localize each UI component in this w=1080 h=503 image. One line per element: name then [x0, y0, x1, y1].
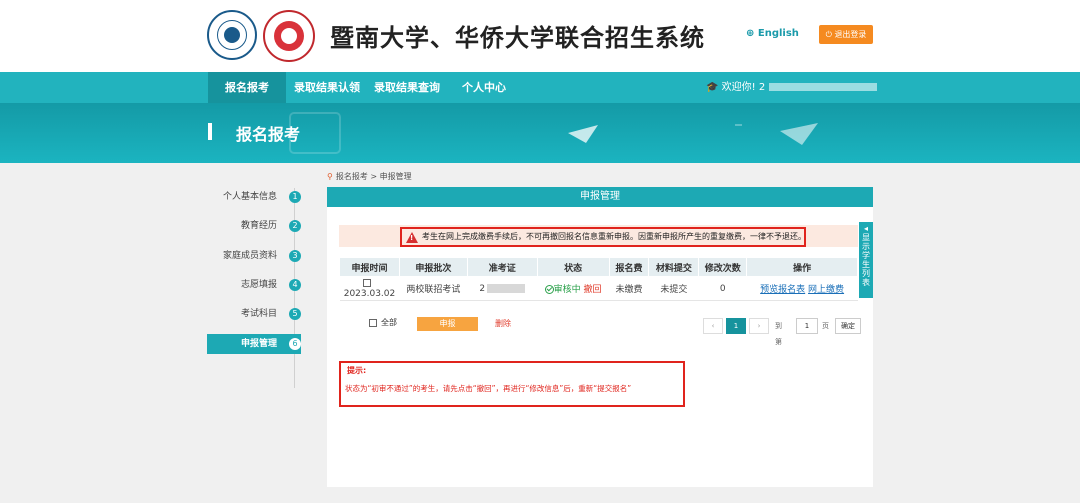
column-header: 操作	[746, 257, 858, 277]
check-circle-icon	[544, 285, 554, 294]
ticket-cell: 2	[467, 276, 538, 301]
revoke-link[interactable]: 撤回	[584, 285, 602, 295]
table-header-row: 申报时间 申报批次 准考证 状态 报名费 材料提交 修改次数 操作	[339, 257, 858, 277]
sidebar-item-education[interactable]: 教育经历 2	[207, 216, 301, 236]
tip-text: 状态为“初审不通过”的考生，请先点击“撤回”，再进行“修改信息”后，重新“提交报…	[345, 384, 632, 393]
preview-form-link[interactable]: 预览报名表	[760, 285, 805, 295]
apply-button[interactable]: 申报	[417, 317, 478, 331]
row-checkbox[interactable]	[363, 279, 372, 287]
location-pin-icon: ⚲	[327, 172, 333, 181]
column-header: 申报时间	[339, 257, 400, 277]
main-nav: 报名报考 录取结果认领 录取结果查询 个人中心 🎓 欢迎你! 2	[0, 72, 1080, 103]
confirm-page-button[interactable]: 确定	[835, 318, 861, 334]
redacted-ticket	[487, 283, 526, 293]
status-cell: 审核中 撤回	[537, 276, 610, 301]
fee-cell: 未缴费	[609, 276, 649, 301]
language-link[interactable]: ⊕ English	[746, 28, 799, 39]
nav-item-register[interactable]: 报名报考	[208, 72, 286, 103]
banner-bar	[208, 123, 212, 140]
select-all-checkbox[interactable]	[369, 318, 377, 327]
page-unit: 页	[822, 322, 829, 330]
column-header: 修改次数	[698, 257, 748, 277]
actions-cell: 预览报名表 网上缴费	[746, 276, 858, 301]
delete-button[interactable]: 删除	[495, 318, 511, 329]
arrow-left-icon: ◂	[863, 224, 868, 233]
graduation-cap-icon: 🎓	[706, 82, 719, 93]
table-row: 2023.03.02 两校联招考试 2 审核中 撤回 未缴费 未提交 0 预览报…	[339, 276, 858, 301]
redacted-username	[769, 83, 878, 91]
sidebar-item-preferences[interactable]: 志愿填报 4	[207, 275, 301, 295]
online-payment-link[interactable]: 网上缴费	[808, 285, 844, 295]
breadcrumb: ⚲ 报名报考 > 申报管理	[327, 172, 412, 181]
tip-box: 提示: 状态为“初审不通过”的考生，请先点击“撤回”，再进行“修改信息”后，重新…	[339, 361, 685, 407]
application-table: 申报时间 申报批次 准考证 状态 报名费 材料提交 修改次数 操作 2023.0…	[339, 257, 858, 301]
welcome-text: 🎓 欢迎你! 2	[706, 72, 878, 103]
logout-button[interactable]: ⏻ 退出登录	[819, 25, 873, 44]
site-title: 暨南大学、华侨大学联合招生系统	[330, 24, 705, 52]
paper-plane-icon	[780, 123, 818, 145]
material-cell: 未提交	[648, 276, 699, 301]
banner-title: 报名报考	[236, 125, 301, 144]
warning-icon: !	[406, 232, 418, 243]
nav-item-admission-query[interactable]: 录取结果查询	[369, 72, 445, 103]
page-banner: 报名报考	[0, 103, 1080, 163]
paper-plane-icon	[568, 125, 598, 143]
column-header: 申报批次	[398, 257, 468, 277]
show-student-list-tab[interactable]: ◂ 显示学生列表	[859, 222, 873, 298]
banner-decoration	[289, 112, 818, 154]
current-page[interactable]: 1	[726, 318, 746, 334]
nav-item-personal-center[interactable]: 个人中心	[451, 72, 517, 103]
power-icon: ⏻	[825, 30, 832, 39]
page-input[interactable]: 1	[796, 318, 818, 334]
edits-cell: 0	[698, 276, 747, 301]
column-header: 状态	[536, 257, 610, 277]
batch-cell: 两校联招考试	[399, 276, 468, 301]
huaqiao-university-logo	[263, 10, 315, 62]
sidebar-item-personal-info[interactable]: 个人基本信息 1	[207, 187, 301, 207]
column-header: 材料提交	[648, 257, 700, 277]
tip-title: 提示:	[347, 366, 367, 375]
column-header: 准考证	[466, 257, 538, 277]
warning-message: ! 考生在网上完成缴费手续后，不可再撤回报名信息重新申报。因重新申报所产生的重复…	[400, 227, 806, 247]
goto-label: 到第	[775, 322, 782, 346]
application-panel: 申报管理 ! 考生在网上完成缴费手续后，不可再撤回报名信息重新申报。因重新申报所…	[327, 187, 873, 487]
globe-icon: ⊕	[746, 28, 755, 39]
select-all[interactable]: 全部	[369, 317, 397, 328]
nav-item-admission-claim[interactable]: 录取结果认领	[289, 72, 365, 103]
next-page-button[interactable]: ›	[749, 318, 769, 334]
sidebar-item-family[interactable]: 家庭成员资料 3	[207, 246, 301, 266]
sidebar-item-exam-subjects[interactable]: 考试科目 5	[207, 304, 301, 324]
warning-row: ! 考生在网上完成缴费手续后，不可再撤回报名信息重新申报。因重新申报所产生的重复…	[339, 225, 858, 247]
jinan-university-logo	[207, 10, 257, 60]
panel-title: 申报管理	[327, 187, 873, 207]
prev-page-button[interactable]: ‹	[703, 318, 723, 334]
sidebar-item-application-management[interactable]: 申报管理 6	[207, 334, 301, 354]
column-header: 报名费	[608, 257, 650, 277]
side-tab-label: 显示学生列表	[862, 233, 870, 287]
header: 暨南大学、华侨大学联合招生系统 ⊕ English ⏻ 退出登录	[0, 0, 1080, 72]
